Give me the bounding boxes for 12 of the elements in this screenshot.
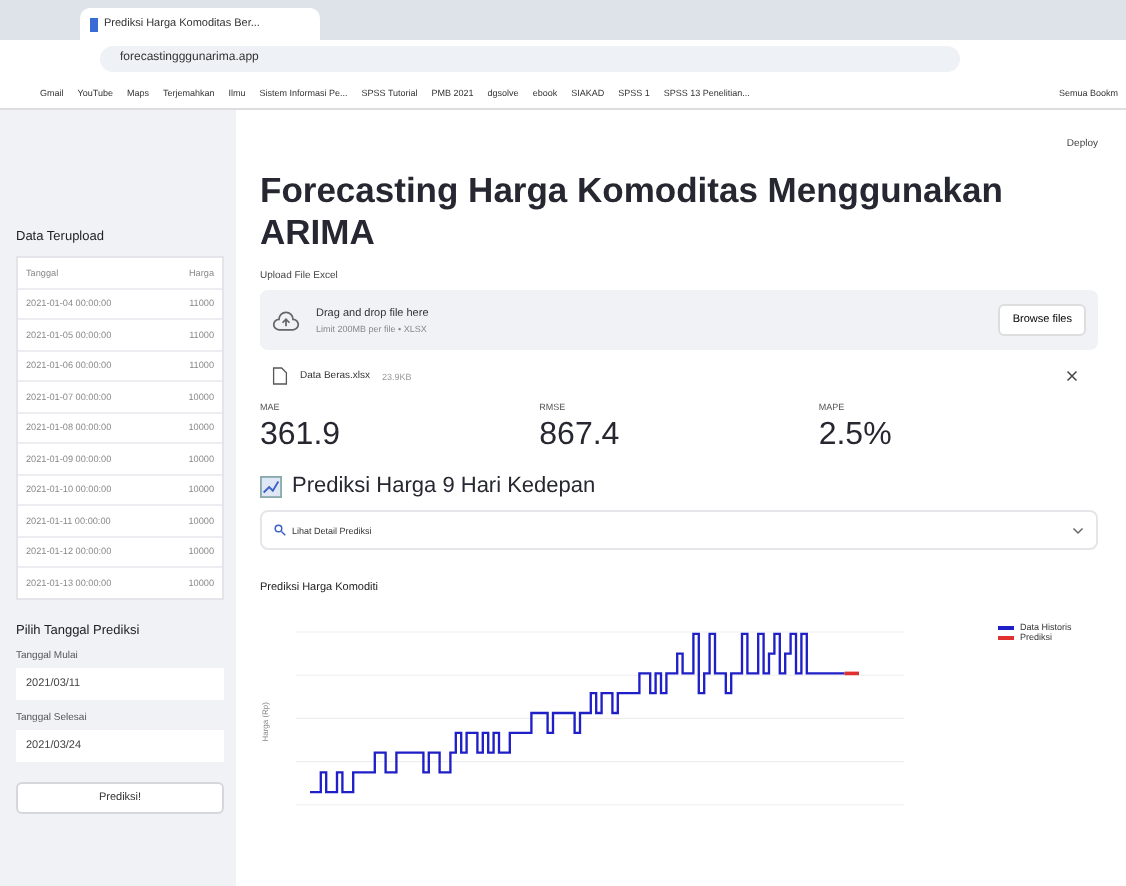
chart-icon bbox=[260, 475, 282, 497]
file-icon bbox=[272, 366, 288, 386]
metric-value: 867.4 bbox=[539, 418, 622, 454]
page-title: Forecasting Harga Komoditas Menggunakan ARIMA bbox=[260, 170, 1005, 254]
section-title: Prediksi Harga 9 Hari Kedepan bbox=[292, 474, 596, 498]
favicon-icon bbox=[90, 17, 98, 31]
chevron-icon bbox=[1072, 524, 1084, 536]
upload-icon bbox=[272, 309, 300, 331]
metric-value: 361.9 bbox=[260, 418, 343, 454]
metric-value: 2.5% bbox=[818, 418, 894, 454]
search-icon bbox=[274, 524, 286, 536]
close-icon[interactable] bbox=[1066, 370, 1078, 382]
